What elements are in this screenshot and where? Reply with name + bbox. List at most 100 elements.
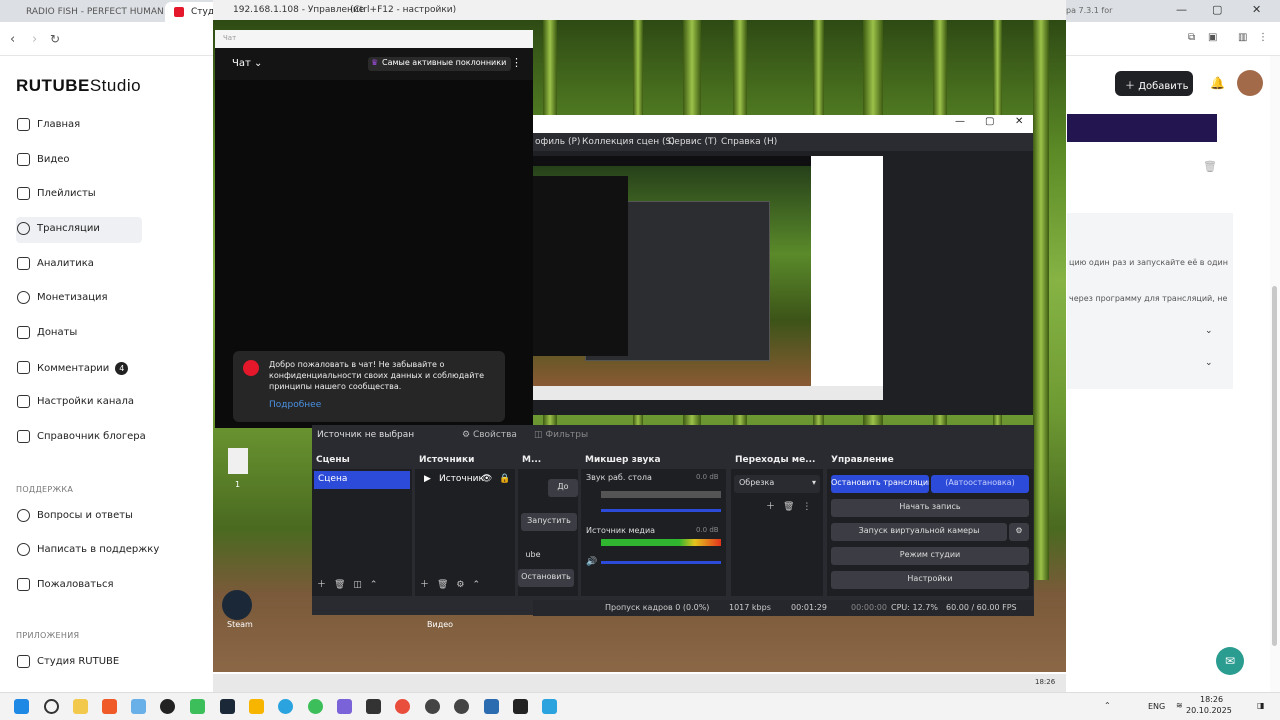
transition-controls[interactable]: ＋🗑⋮ (766, 499, 819, 512)
sidebar-item-channel-settings[interactable]: Настройки канала (16, 390, 204, 416)
menu-profile[interactable]: офиль (P) (535, 137, 580, 147)
language-indicator[interactable]: ENG (1148, 702, 1165, 711)
brave-icon[interactable] (102, 699, 117, 714)
menu-help[interactable]: Справка (H) (721, 137, 777, 147)
scene-controls[interactable]: ＋🗑◫⌃ (317, 577, 385, 590)
sidebar-item-monetization[interactable]: Монетизация (16, 286, 204, 312)
avatar[interactable] (1237, 70, 1263, 96)
maximize-icon[interactable]: ▢ (985, 116, 994, 127)
app-icon[interactable] (249, 699, 264, 714)
sidebar-item-playlists[interactable]: Плейлисты (16, 182, 204, 208)
telegram-icon[interactable] (278, 699, 293, 714)
scene-item[interactable]: Сцена (314, 471, 410, 489)
steam-label: Steam (227, 620, 253, 629)
chevron-down-icon[interactable]: ⌄ (1205, 326, 1213, 336)
minimize-icon[interactable]: — (1176, 3, 1187, 16)
source-controls[interactable]: ＋🗑⚙⌃ (420, 577, 488, 590)
app-icon[interactable] (395, 699, 410, 714)
reload-icon[interactable]: ↻ (50, 32, 60, 46)
speaker-icon[interactable]: 🔊 (586, 557, 597, 567)
properties-button[interactable]: ⚙ Свойства (462, 430, 517, 440)
mixer-slider-media[interactable] (601, 561, 721, 564)
clock-time[interactable]: 18:26 (1200, 695, 1223, 704)
sidebar-item-studio-app[interactable]: Студия RUTUBE (16, 650, 204, 676)
remote-app-icon[interactable] (484, 699, 499, 714)
auto-stop-button[interactable]: (Автоостановка) (931, 475, 1029, 493)
menu-tools[interactable]: Сервис (T) (668, 137, 717, 147)
app-icon[interactable] (454, 699, 469, 714)
fps: 60.00 / 60.00 FPS (946, 603, 1017, 612)
more-icon[interactable]: ⋮ (511, 56, 522, 69)
rutube-studio-logo[interactable]: RUTUBEStudio (16, 76, 141, 96)
obs-preview[interactable] (533, 156, 883, 400)
chevron-down-icon: ▾ (811, 478, 816, 487)
media-start-button[interactable]: Запустить (521, 513, 577, 531)
sidebar-item-donates[interactable]: Донаты (16, 321, 204, 347)
eye-icon[interactable]: 👁 (481, 474, 492, 484)
start-record-button[interactable]: Начать запись (831, 499, 1029, 517)
steam-taskbar-icon[interactable] (220, 699, 235, 714)
sidebar-item-analytics[interactable]: Аналитика (16, 252, 204, 278)
sidebar-item-guide[interactable]: Справочник блогера (16, 425, 204, 451)
notifications-icon[interactable]: ◨ (1257, 701, 1265, 710)
media-stop-button[interactable]: Остановить (518, 569, 574, 587)
app-icon[interactable] (308, 699, 323, 714)
settings-button[interactable]: Настройки (831, 571, 1029, 589)
clock-date[interactable]: 20.10.2025 (1186, 706, 1232, 715)
gear-icon[interactable]: ⚙ (1009, 523, 1029, 541)
file-icon[interactable] (228, 448, 248, 474)
obs-icon[interactable] (160, 699, 175, 714)
close-icon[interactable]: ✕ (1252, 3, 1261, 16)
chat-support-icon[interactable]: ✉ (1216, 647, 1244, 675)
maximize-icon[interactable]: ▢ (1212, 3, 1222, 16)
chat-title[interactable]: Чат ⌄ (232, 58, 262, 69)
sidebar-item-broadcasts[interactable]: Трансляции (16, 217, 142, 243)
app-icon[interactable] (542, 699, 557, 714)
sidebar-item-report[interactable]: Пожаловаться (16, 573, 204, 599)
source-item[interactable]: ▶ Источник 👁 🔒 (417, 471, 513, 489)
studio-mode-button[interactable]: Режим студии (831, 547, 1029, 565)
chevron-down-icon[interactable]: ⌄ (1205, 358, 1213, 368)
sidebar-item-faq[interactable]: Вопросы и ответы (16, 504, 204, 530)
sidebar-item-comments[interactable]: Комментарии 4 (16, 356, 204, 382)
app-icon[interactable] (425, 699, 440, 714)
lock-icon[interactable]: 🔒 (499, 474, 510, 484)
nested-chat (533, 176, 628, 356)
forward-icon[interactable]: › (32, 32, 37, 47)
wifi-icon[interactable]: ≋ (1176, 701, 1183, 710)
steam-icon[interactable] (222, 590, 252, 620)
menu-scene-collection[interactable]: Коллекция сцен (S) (582, 137, 675, 147)
app-icon[interactable] (366, 699, 381, 714)
sidebar-item-write-support[interactable]: Написать в поддержку (16, 538, 204, 564)
minimize-icon[interactable]: — (955, 116, 965, 127)
transition-select[interactable]: Обрезка ▾ (734, 475, 820, 493)
sidebar-item-home[interactable]: Главная (16, 113, 204, 139)
sidebar-icon[interactable]: ▥ (1238, 32, 1247, 43)
top-fans-button[interactable]: ♛ Самые активные поклонники (368, 57, 512, 71)
mixer-slider-desktop[interactable] (601, 509, 721, 512)
app-icon[interactable] (337, 699, 352, 714)
sidebar-item-video[interactable]: Видео (16, 148, 204, 174)
filters-button[interactable]: ◫ Фильтры (534, 430, 588, 440)
explorer-icon[interactable] (73, 699, 88, 714)
stop-stream-button[interactable]: Остановить трансляцию (831, 475, 929, 493)
search-icon[interactable] (44, 699, 59, 714)
menu-icon[interactable]: ⋮ (1258, 32, 1268, 43)
more-link[interactable]: Подробнее (269, 400, 495, 411)
app-icon[interactable] (131, 699, 146, 714)
browser-tab[interactable]: RADIO FISH - PERFECT HUMAN (mo... (0, 2, 165, 22)
back-icon[interactable]: ‹ (10, 32, 15, 47)
trash-icon[interactable]: 🗑 (1203, 160, 1217, 173)
app-icon[interactable] (513, 699, 528, 714)
extensions-icon[interactable]: ⧉ (1188, 32, 1195, 43)
virtual-camera-button[interactable]: Запуск виртуальной камеры (831, 523, 1007, 541)
collections-icon[interactable]: ▣ (1208, 32, 1217, 43)
media-button[interactable]: До (548, 479, 578, 497)
add-button[interactable]: ＋ Добавить (1115, 71, 1193, 96)
windows-start-icon[interactable] (14, 699, 29, 714)
scrollbar-thumb[interactable] (1272, 286, 1277, 646)
app-icon[interactable] (190, 699, 205, 714)
tray-chevron-icon[interactable]: ⌃ (1104, 701, 1111, 710)
close-icon[interactable]: ✕ (1015, 116, 1023, 127)
bell-icon[interactable]: 🔔 (1210, 76, 1225, 90)
